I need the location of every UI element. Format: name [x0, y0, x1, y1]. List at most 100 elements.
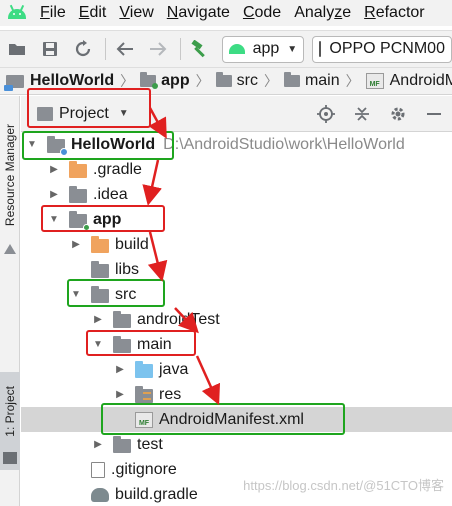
tree-label: .gradle — [93, 160, 142, 178]
breadcrumb-manifest[interactable]: MF AndroidManifest.xml — [365, 72, 452, 90]
collapsed-arrow-icon[interactable]: ▶ — [47, 164, 61, 175]
chevron-down-icon: ▼ — [118, 108, 129, 119]
project-view-select[interactable]: Project ▼ — [37, 105, 129, 123]
tree-label: app — [93, 210, 122, 228]
tree-row-main[interactable]: ▼ main — [21, 332, 452, 357]
collapse-all-icon[interactable] — [352, 104, 372, 124]
tree-row-manifest[interactable]: ▶ MF AndroidManifest.xml — [21, 407, 452, 432]
sync-icon[interactable] — [72, 38, 94, 60]
breadcrumb-app[interactable]: app — [140, 72, 190, 90]
project-tool-tab[interactable]: 1: Project — [3, 386, 17, 437]
folder-icon — [283, 72, 300, 87]
gitignore-icon — [91, 461, 105, 478]
phone-icon — [319, 41, 322, 57]
project-panel-header: Project ▼ — [21, 96, 452, 132]
navigation-breadcrumb: HelloWorld 〉 app 〉 src 〉 main 〉 MF Andro… — [0, 68, 452, 95]
minimize-icon[interactable] — [424, 104, 444, 124]
tree-label: build.gradle — [115, 485, 198, 503]
folder-blue-icon — [135, 360, 153, 378]
forward-arrow-icon[interactable] — [147, 38, 169, 60]
tree-row-app[interactable]: ▼ app — [21, 207, 452, 232]
menu-bar: File Edit View Navigate Code Analyze Ref… — [0, 0, 452, 26]
tree-label: libs — [115, 260, 140, 278]
folder-icon — [113, 335, 131, 353]
manifest-icon: MF — [365, 73, 384, 89]
collapsed-arrow-icon[interactable]: ▶ — [91, 314, 105, 325]
tree-label: AndroidManifest.xml — [159, 410, 304, 428]
tree-row-build[interactable]: ▶ build — [21, 232, 452, 257]
folder-icon — [113, 310, 131, 328]
android-logo-icon — [6, 4, 28, 22]
menu-view[interactable]: View — [119, 4, 153, 22]
collapsed-arrow-icon[interactable]: ▶ — [69, 239, 83, 250]
toolbar-separator — [104, 38, 106, 60]
tree-label: java — [159, 360, 189, 378]
gear-icon[interactable] — [388, 104, 408, 124]
tree-label: HelloWorld — [71, 135, 156, 153]
breadcrumb-src[interactable]: src — [215, 72, 258, 90]
device-select[interactable]: OPPO PCNM00 — [312, 35, 452, 63]
chevron-right-icon: 〉 — [120, 73, 135, 89]
run-config-select[interactable]: app ▼ — [221, 35, 305, 63]
tree-row-gradle[interactable]: ▶ .gradle — [21, 157, 452, 182]
resource-manager-icon — [4, 244, 16, 254]
project-folder-icon — [47, 135, 68, 156]
back-arrow-icon[interactable] — [114, 38, 136, 60]
folder-open-icon[interactable] — [6, 38, 28, 60]
hammer-icon[interactable] — [189, 38, 211, 60]
tree-row-src[interactable]: ▼ src — [21, 282, 452, 307]
android-module-icon — [228, 44, 245, 54]
folder-icon — [215, 72, 232, 87]
tree-row-idea[interactable]: ▶ .idea — [21, 182, 452, 207]
locate-icon[interactable] — [316, 104, 336, 124]
collapsed-arrow-icon[interactable]: ▶ — [113, 389, 127, 400]
expanded-arrow-icon[interactable]: ▼ — [69, 289, 83, 300]
menu-file[interactable]: File — [40, 4, 66, 22]
collapsed-arrow-icon[interactable]: ▶ — [91, 439, 105, 450]
toolbar-separator — [179, 38, 181, 60]
breadcrumb-main[interactable]: main — [283, 72, 340, 90]
folder-orange-icon — [91, 235, 109, 253]
folder-icon — [113, 435, 131, 453]
project-view-label: Project — [59, 104, 109, 122]
left-tool-strip: Resource Manager 1: Project — [0, 96, 20, 506]
tree-label: test — [137, 435, 163, 453]
expanded-arrow-icon[interactable]: ▼ — [91, 339, 105, 350]
tree-row-res[interactable]: ▶ res — [21, 382, 452, 407]
tree-row-java[interactable]: ▶ java — [21, 357, 452, 382]
folder-icon — [91, 260, 109, 278]
menu-edit[interactable]: Edit — [79, 4, 107, 22]
main-toolbar: app ▼ OPPO PCNM00 — [0, 30, 452, 68]
expanded-arrow-icon[interactable]: ▼ — [25, 139, 39, 150]
device-label: OPPO PCNM00 — [329, 40, 445, 57]
collapsed-arrow-icon[interactable]: ▶ — [47, 189, 61, 200]
project-icon — [4, 74, 24, 91]
collapsed-arrow-icon[interactable]: ▶ — [113, 364, 127, 375]
manifest-icon: MF — [135, 411, 153, 428]
expanded-arrow-icon[interactable]: ▼ — [47, 214, 61, 225]
resource-manager-tab[interactable]: Resource Manager — [3, 124, 17, 226]
gradle-elephant-icon — [91, 487, 109, 502]
project-tree: ▼ HelloWorld D:\AndroidStudio\work\Hello… — [21, 132, 452, 506]
menu-analyze[interactable]: Analyze — [294, 4, 351, 22]
folder-orange-icon — [69, 160, 87, 178]
tree-row-helloworld[interactable]: ▼ HelloWorld D:\AndroidStudio\work\Hello… — [21, 132, 452, 157]
tree-label: .gitignore — [111, 460, 177, 478]
menu-refactor[interactable]: Refactor — [364, 4, 424, 22]
breadcrumb-project[interactable]: HelloWorld — [4, 72, 114, 91]
save-icon[interactable] — [39, 38, 61, 60]
tree-row-test[interactable]: ▶ test — [21, 432, 452, 457]
tree-label: .idea — [93, 185, 128, 203]
chevron-right-icon: 〉 — [263, 73, 278, 89]
watermark-text: https://blog.csdn.net/@51CTO博客 — [243, 478, 444, 493]
chevron-right-icon: 〉 — [195, 73, 210, 89]
tree-row-androidtest[interactable]: ▶ androidTest — [21, 307, 452, 332]
menu-navigate[interactable]: Navigate — [167, 4, 230, 22]
menu-code[interactable]: Code — [243, 4, 281, 22]
tree-row-libs[interactable]: ▶ libs — [21, 257, 452, 282]
tree-label: build — [115, 235, 149, 253]
tree-label: androidTest — [137, 310, 220, 328]
run-config-label: app — [252, 40, 280, 57]
module-folder-icon — [69, 210, 90, 231]
folder-icon — [69, 185, 87, 203]
